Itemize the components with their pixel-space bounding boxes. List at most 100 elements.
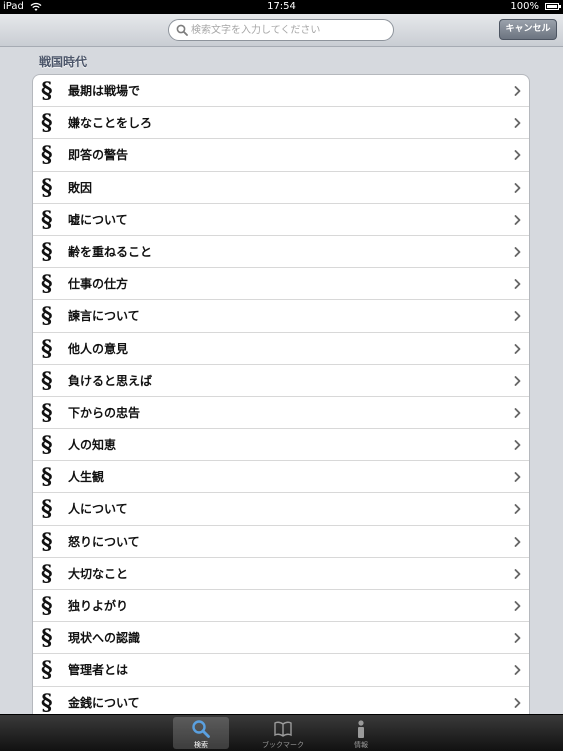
chevron-right-icon xyxy=(514,86,521,96)
section-sign-icon: § xyxy=(41,271,53,298)
chevron-right-icon xyxy=(514,472,521,483)
section-sign-icon: § xyxy=(41,625,53,652)
section-sign-icon: § xyxy=(41,560,53,587)
list-item-label: 他人の意見 xyxy=(68,341,129,356)
section-sign-icon: § xyxy=(41,399,53,426)
battery-percent: 100% xyxy=(510,1,539,12)
list-item-label: 嫌なことをしろ xyxy=(68,116,153,131)
tab-book[interactable]: ブックマーク xyxy=(255,717,311,749)
tab-label: 情報 xyxy=(354,741,368,749)
list-item-label: 負けると思えば xyxy=(68,373,153,388)
list-item[interactable]: § 管理者とは xyxy=(33,654,529,687)
chevron-right-icon xyxy=(514,247,521,257)
list-item-label: 人生観 xyxy=(68,470,105,485)
search-bar: キャンセル xyxy=(0,14,563,47)
list-item-label: 仕事の仕方 xyxy=(68,277,129,292)
list-item-label: 諫言について xyxy=(68,309,140,324)
search-icon xyxy=(192,720,210,738)
list-item-label: 金銭について xyxy=(68,695,140,710)
list-item-label: 下からの忠告 xyxy=(68,405,141,420)
list-item[interactable]: § 諫言について xyxy=(33,300,529,333)
list-item[interactable]: § 怒りについて xyxy=(33,526,529,558)
chevron-right-icon xyxy=(514,665,521,676)
tab-label: 検索 xyxy=(194,741,208,749)
list-item[interactable]: § 人生観 xyxy=(33,461,529,494)
section-sign-icon: § xyxy=(41,78,53,104)
chevron-right-icon xyxy=(514,601,521,611)
tab-search[interactable]: 検索 xyxy=(173,717,229,749)
chevron-right-icon xyxy=(514,568,521,579)
search-input[interactable] xyxy=(191,22,386,38)
list-item-label: 敗因 xyxy=(68,180,93,195)
list-item-label: 独りよがり xyxy=(68,599,129,613)
chevron-right-icon xyxy=(514,375,521,386)
list-item-label: 最期は戦場で xyxy=(68,84,141,98)
section-sign-icon: § xyxy=(41,593,53,619)
chevron-right-icon xyxy=(514,118,521,129)
section-sign-icon: § xyxy=(41,142,53,169)
list-item[interactable]: § 齢を重ねること xyxy=(33,236,529,269)
chevron-right-icon xyxy=(514,697,521,708)
tab-info[interactable]: 情報 xyxy=(333,717,389,749)
list-item-label: 怒りについて xyxy=(68,534,140,549)
section-sign-icon: § xyxy=(41,689,53,714)
list-item[interactable]: § 他人の意見 xyxy=(33,333,529,365)
section-sign-icon: § xyxy=(41,367,53,394)
section-sign-icon: § xyxy=(41,238,53,265)
section-sign-icon: § xyxy=(41,657,53,684)
list-item-label: 人の知恵 xyxy=(68,438,117,453)
chevron-right-icon xyxy=(514,311,521,322)
chevron-right-icon xyxy=(514,407,521,418)
tab-bar: 検索 ブックマーク 情報 xyxy=(0,714,563,751)
list-item-label: 即答の警告 xyxy=(68,148,129,163)
book-icon xyxy=(274,721,292,737)
list-item[interactable]: § 大切なこと xyxy=(33,558,529,590)
chevron-right-icon xyxy=(514,536,521,547)
list-item-label: 管理者とは xyxy=(68,663,129,678)
list-item-label: 嘘について xyxy=(68,212,128,227)
chevron-right-icon xyxy=(514,633,521,644)
list-item-label: 現状への認識 xyxy=(68,631,141,646)
status-bar: iPad 17:54 100% xyxy=(0,0,563,14)
section-sign-icon: § xyxy=(41,335,53,362)
info-icon xyxy=(358,720,364,738)
list-item[interactable]: § 現状への認識 xyxy=(33,622,529,655)
list-item[interactable]: § 敗因 xyxy=(33,172,529,204)
list-item[interactable]: § 即答の警告 xyxy=(33,139,529,172)
section-sign-icon: § xyxy=(41,432,53,459)
list-item[interactable]: § 人について xyxy=(33,493,529,526)
topic-list: § 最期は戦場で § 嫌なことをしろ § 即答の警告 § 敗因 § 嘘について § 齢を重ねること § 仕… xyxy=(32,74,530,714)
list-item[interactable]: § 嘘について xyxy=(33,204,529,236)
list-item-label: 人について xyxy=(68,502,128,517)
list-item[interactable]: § 負けると思えば xyxy=(33,365,529,397)
section-sign-icon: § xyxy=(41,464,53,491)
list-item[interactable]: § 嫌なことをしろ xyxy=(33,107,529,140)
list-item[interactable]: § 下からの忠告 xyxy=(33,397,529,430)
list-item[interactable]: § 独りよがり xyxy=(33,590,529,623)
section-sign-icon: § xyxy=(41,303,53,330)
chevron-right-icon xyxy=(514,150,521,161)
section-title: 戦国時代 xyxy=(39,55,88,69)
chevron-right-icon xyxy=(514,504,521,515)
search-icon xyxy=(176,24,188,36)
cancel-button[interactable]: キャンセル xyxy=(499,19,557,40)
section-sign-icon: § xyxy=(41,496,53,523)
chevron-right-icon xyxy=(514,279,521,290)
list-item-label: 齢を重ねること xyxy=(68,244,153,259)
list-item[interactable]: § 金銭について xyxy=(33,687,529,714)
search-field[interactable] xyxy=(168,19,394,41)
chevron-right-icon xyxy=(514,182,521,193)
section-sign-icon: § xyxy=(41,206,53,233)
section-sign-icon: § xyxy=(41,174,53,201)
chevron-right-icon xyxy=(514,214,521,225)
list-item-label: 大切なこと xyxy=(68,566,129,581)
list-item[interactable]: § 仕事の仕方 xyxy=(33,268,529,301)
chevron-right-icon xyxy=(514,343,521,354)
section-sign-icon: § xyxy=(41,528,53,555)
status-time: 17:54 xyxy=(267,1,296,12)
battery-icon xyxy=(545,3,561,10)
list-item[interactable]: § 人の知恵 xyxy=(33,429,529,462)
tab-label: ブックマーク xyxy=(262,741,304,749)
chevron-right-icon xyxy=(514,440,521,450)
list-item[interactable]: § 最期は戦場で xyxy=(33,75,529,108)
